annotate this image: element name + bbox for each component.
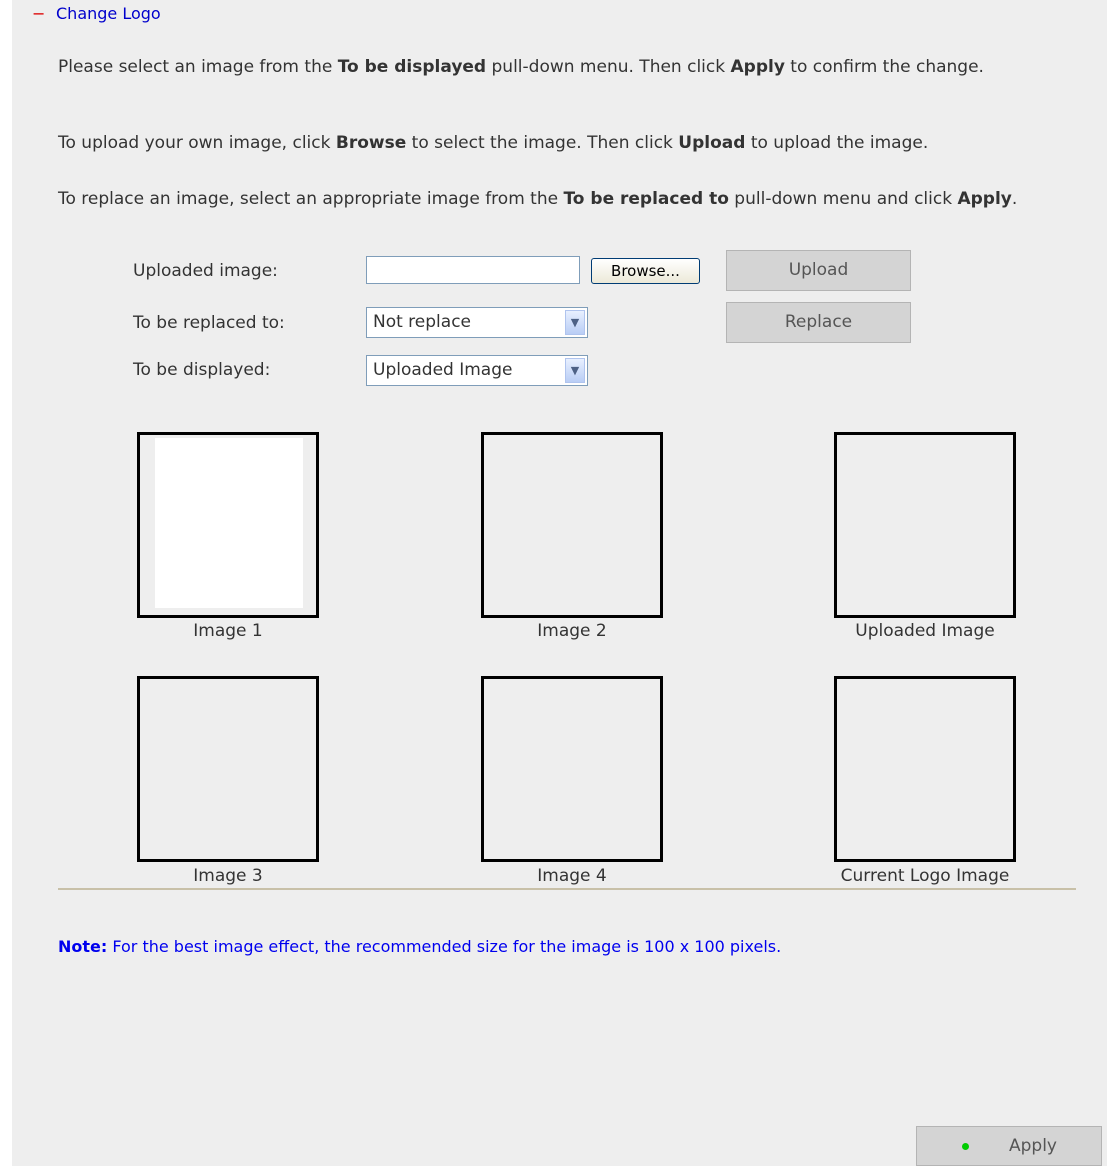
instruction-paragraph-2: To upload your own image, click Browse t… <box>58 133 929 153</box>
browse-button[interactable]: Browse... <box>591 258 700 284</box>
chevron-down-icon[interactable]: ▼ <box>565 358 585 383</box>
displayed-label: To be displayed: <box>133 360 271 380</box>
section-header[interactable]: − Change Logo <box>32 4 161 23</box>
section-title[interactable]: Change Logo <box>56 4 161 23</box>
displayed-select[interactable]: Uploaded Image ▼ <box>366 355 588 386</box>
image-3-caption: Image 3 <box>193 866 263 886</box>
replaced-to-value: Not replace <box>373 312 471 332</box>
note-label: Note: <box>58 937 108 956</box>
upload-button[interactable]: Upload <box>726 250 911 291</box>
uploaded-image-frame[interactable] <box>834 432 1016 618</box>
image-2-caption: Image 2 <box>537 621 607 641</box>
image-1-frame[interactable] <box>137 432 319 618</box>
uploaded-image-label: Uploaded image: <box>133 261 278 281</box>
displayed-value: Uploaded Image <box>373 360 513 380</box>
current-logo-frame <box>834 676 1016 862</box>
replaced-to-label: To be replaced to: <box>133 313 285 333</box>
uploaded-image-input[interactable] <box>366 256 580 284</box>
uploaded-image-caption: Uploaded Image <box>855 621 995 641</box>
note: Note: For the best image effect, the rec… <box>58 937 781 956</box>
replace-button[interactable]: Replace <box>726 302 911 343</box>
image-1-caption: Image 1 <box>193 621 263 641</box>
instruction-paragraph-1: Please select an image from the To be di… <box>58 57 984 77</box>
chevron-down-icon[interactable]: ▼ <box>565 310 585 335</box>
instruction-paragraph-3: To replace an image, select an appropria… <box>58 189 1018 209</box>
image-1-preview <box>155 438 303 608</box>
change-logo-panel: − Change Logo Please select an image from… <box>12 0 1107 1166</box>
image-3-frame[interactable] <box>137 676 319 862</box>
status-dot-icon <box>962 1143 969 1150</box>
note-text: For the best image effect, the recommend… <box>107 937 782 956</box>
image-4-caption: Image 4 <box>537 866 607 886</box>
apply-button[interactable]: Apply <box>916 1126 1102 1166</box>
apply-label: Apply <box>1009 1136 1057 1156</box>
image-4-frame[interactable] <box>481 676 663 862</box>
current-logo-caption: Current Logo Image <box>840 866 1010 886</box>
replaced-to-select[interactable]: Not replace ▼ <box>366 307 588 338</box>
collapse-icon[interactable]: − <box>32 4 50 23</box>
divider <box>58 888 1076 890</box>
image-2-frame[interactable] <box>481 432 663 618</box>
